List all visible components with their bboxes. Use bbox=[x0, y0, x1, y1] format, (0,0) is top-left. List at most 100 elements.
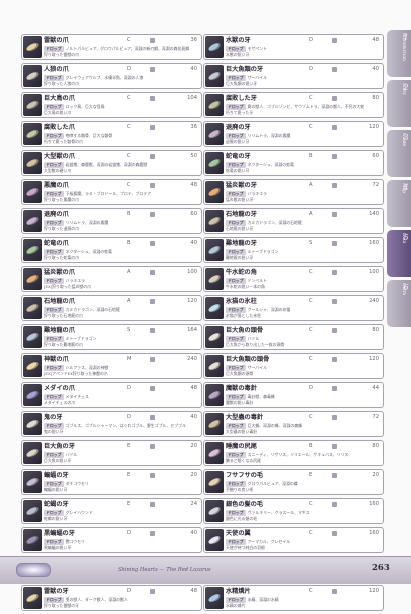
item-entry: 水精燐片 C 120 ドロップ 水精、深淵の水精 水精の燐片 bbox=[203, 584, 384, 612]
coin-icon bbox=[150, 182, 155, 188]
item-icon bbox=[23, 122, 42, 145]
item-entry: 巨大魚類の牙 D 40 ドロップ ザーバイル 巨大魚類の鋭い牙 bbox=[203, 62, 384, 90]
item-value: 40 bbox=[372, 65, 379, 72]
item-name: 難地龍の爪 bbox=[44, 326, 75, 334]
footer-logo-icon bbox=[16, 563, 51, 577]
item-icon bbox=[23, 180, 42, 203]
item-description: 狩り取った雷獣の牙 bbox=[44, 602, 80, 608]
item-description: 魔獣の鋭い毒針 bbox=[226, 399, 254, 405]
item-enemies: メダイチェス bbox=[65, 393, 89, 399]
item-enemies: 闇コウモリ bbox=[65, 538, 85, 544]
item-entry: 神獣の爪 M 240 ドロップ ハルファス、深淵の神獣 [EX]アペンドEX狩り取った神獣… bbox=[21, 352, 202, 380]
item-value: 48 bbox=[372, 37, 379, 43]
chapter-tab-introduction[interactable]: Introduction 1 bbox=[387, 30, 411, 77]
coin-icon bbox=[332, 153, 337, 159]
coin-icon bbox=[332, 327, 337, 333]
item-entry: 天使の翼 C 160 ドロップ アーマカル、クレセイル 天使が持つ純白の羽根 bbox=[203, 526, 384, 554]
item-icon bbox=[205, 499, 224, 522]
coin-icon bbox=[332, 443, 337, 449]
item-name: 巨大魚類の頭骨 bbox=[226, 355, 270, 363]
item-description: 朽ちて腐った牙 bbox=[226, 109, 254, 115]
item-icon bbox=[23, 296, 42, 319]
item-name: 蛇蝎の牙 bbox=[44, 500, 69, 508]
item-name: 人狼の爪 bbox=[44, 65, 69, 73]
item-enemies: ザーバイル bbox=[247, 364, 267, 370]
item-rank: E bbox=[127, 442, 131, 449]
item-name: 雷獣の牙 bbox=[44, 587, 69, 595]
item-value: 60 bbox=[372, 152, 379, 159]
coin-icon bbox=[150, 240, 155, 246]
item-name: 雷獣の爪 bbox=[44, 37, 69, 44]
item-enemies: 咆哮する骸骨、巨大な骸骨 bbox=[65, 132, 113, 138]
coin-icon bbox=[150, 298, 155, 304]
chapter-tab-number: 5 bbox=[403, 233, 409, 242]
item-entry: 大型獣の爪 C 50 ドロップ 岩鎧猪、森鹿獣、深淵の岩鎧猪、深淵の森鹿獣 大型獣の硬い爪 bbox=[21, 149, 202, 177]
item-entry: 睡魔の尻尾 B 80 ドロップ スニーディ、リザリス、リリエール、サキュバス、リリス 触る… bbox=[203, 439, 384, 467]
coin-icon bbox=[332, 356, 337, 362]
item-value: 50 bbox=[190, 152, 197, 159]
item-description: 黒蝙蝠の鋭い牙 bbox=[44, 544, 72, 550]
item-entry: 牛水蛇の角 C 100 ドロップ ドンベルト 牛水蛇の鋭い一本の角 bbox=[203, 265, 384, 293]
chapter-tab-extra[interactable]: Extra 6 bbox=[387, 280, 411, 327]
item-value: 40 bbox=[190, 413, 197, 420]
coin-icon bbox=[332, 124, 337, 130]
item-enemies: ゴブルス、ゴブルシャーマン、はぐれゴブル、野生ゴブル、セブブル bbox=[65, 422, 186, 428]
item-description: 朽ちて腐った骸骨の爪 bbox=[44, 138, 83, 144]
item-enemies: グレイハウンド bbox=[65, 509, 93, 515]
item-rank: C bbox=[127, 123, 131, 130]
item-rank: C bbox=[309, 326, 313, 333]
coin-icon bbox=[332, 95, 337, 101]
item-icon bbox=[205, 209, 224, 232]
item-description: 大型獣の硬い爪 bbox=[44, 167, 72, 173]
item-icon bbox=[205, 441, 224, 464]
item-rank: D bbox=[127, 384, 131, 391]
item-entry: 腐敗した牙 C 80 ドロップ 腐の獣人、ゴブルゾンビ、サウゾムトラ、深淵の獣人、不死の… bbox=[203, 91, 384, 119]
item-rank: A bbox=[127, 297, 131, 304]
item-enemies: グロウパルビュア、深淵の蝶 bbox=[247, 480, 298, 486]
item-enemies: ネクターシュ、深淵の蛇竜 bbox=[247, 161, 294, 167]
item-rank: D bbox=[127, 413, 131, 420]
item-description: 狩り取った退廃の爪 bbox=[44, 225, 80, 231]
item-entry: 雷獣の爪 C 36 ドロップ ノルトパルビュア、グロウパルピュア、深淵の斬刃鋼、深淵の森… bbox=[21, 34, 202, 61]
item-rank: A bbox=[309, 210, 313, 217]
item-rank: D bbox=[309, 37, 313, 43]
item-entry: 蛇蝎の牙 E 24 ドロップ グレイハウンド 蛇蝎の鋭い牙 bbox=[21, 497, 202, 525]
item-entry: 鬼の牙 D 40 ドロップ ゴブルス、ゴブルシャーマン、はぐれゴブル、野生ゴブル、セブブ… bbox=[21, 410, 202, 438]
item-icon bbox=[23, 64, 42, 87]
item-description: 狩り取った人狼の爪 bbox=[44, 80, 80, 86]
coin-icon bbox=[332, 385, 337, 391]
item-description: 巨大魚類の頭骨 bbox=[226, 370, 254, 376]
chapter-tab-number: 1 bbox=[403, 33, 409, 42]
item-icon bbox=[205, 151, 224, 174]
item-value: 72 bbox=[372, 181, 379, 188]
item-rank: C bbox=[309, 94, 313, 101]
item-value: 48 bbox=[190, 384, 197, 391]
item-rank: C bbox=[127, 181, 131, 188]
item-value: 60 bbox=[190, 210, 197, 217]
item-icon bbox=[23, 36, 42, 58]
chapter-tab-map[interactable]: Map 4 bbox=[387, 180, 411, 227]
coin-icon bbox=[332, 182, 337, 188]
item-name: 牛水蛇の角 bbox=[226, 268, 257, 276]
item-entry: 猛炎獣の爪 A 100 ドロップ バラキエラ [EX]狩り取った猛炎獣の爪 bbox=[21, 265, 202, 293]
item-value: 24 bbox=[190, 500, 197, 507]
item-rank: C bbox=[309, 587, 313, 594]
item-icon bbox=[205, 93, 224, 116]
item-rank: E bbox=[127, 471, 131, 478]
item-entry: 猛炎獣の牙 A 72 ドロップ バラキエラ 猛炎獣の鋭い牙 bbox=[203, 178, 384, 206]
item-value: 104 bbox=[187, 94, 197, 101]
left-column: 雷獣の爪 C 36 ドロップ ノルトパルビュア、グロウパルピュア、深淵の斬刃鋼、深淵の森… bbox=[21, 34, 202, 614]
item-value: 80 bbox=[372, 326, 379, 333]
item-entry: 退廃の爪 B 60 ドロップ リリムトラ、深淵の悪魔 狩り取った退廃の爪 bbox=[21, 207, 202, 235]
item-description: 退廃の鋭い牙 bbox=[226, 138, 250, 144]
chapter-tab-story[interactable]: Story 2 bbox=[387, 80, 411, 127]
item-enemies: グレイウェアウルフ、水棲半魚、深淵の人狼 bbox=[65, 74, 144, 80]
chapter-tab-guide[interactable]: Guide 3 bbox=[387, 130, 411, 177]
item-icon bbox=[205, 325, 224, 348]
item-icon bbox=[205, 238, 224, 261]
chapter-tab-number: 4 bbox=[403, 183, 409, 192]
chapter-tab-data[interactable]: Data 5 bbox=[387, 230, 411, 277]
item-icon bbox=[205, 412, 224, 435]
item-name: 腐敗した爪 bbox=[44, 123, 75, 131]
item-icon bbox=[23, 383, 42, 406]
